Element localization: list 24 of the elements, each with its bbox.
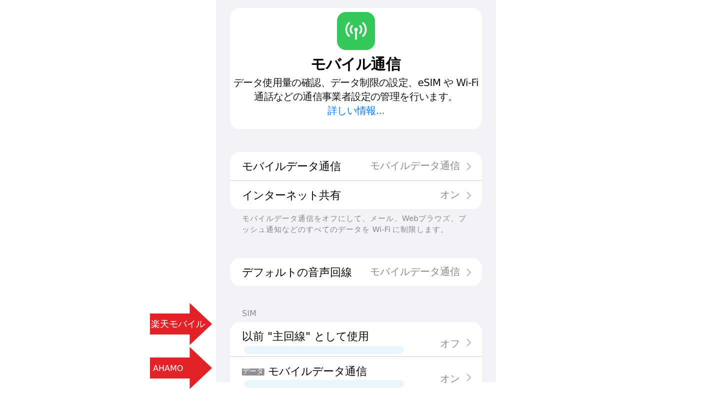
row-label: デフォルトの音声回線 bbox=[242, 264, 352, 280]
settings-row[interactable]: インターネット共有 オン bbox=[230, 180, 482, 209]
row-label: 以前 "主回線" として使用 bbox=[242, 329, 370, 344]
row-label: モバイルデータ通信 bbox=[268, 364, 367, 379]
row-value: オン bbox=[440, 373, 460, 386]
row-label: モバイルデータ通信 bbox=[242, 158, 341, 174]
row-label: インターネット共有 bbox=[242, 188, 341, 202]
more-info-link[interactable]: 詳しい情報... bbox=[327, 106, 385, 117]
settings-row[interactable]: 以前 "主回線" として使用 オフ bbox=[230, 322, 482, 356]
chevron-icon bbox=[466, 373, 472, 382]
chevron-icon bbox=[466, 190, 472, 200]
row-value: モバイルデータ通信 bbox=[370, 266, 460, 279]
settings-row[interactable]: モバイルデータ通信 モバイルデータ通信 bbox=[230, 152, 482, 180]
chevron-icon bbox=[466, 338, 472, 347]
row-value: モバイルデータ通信 bbox=[370, 160, 460, 173]
row-value: オフ bbox=[440, 338, 460, 351]
page-title: モバイル通信 bbox=[311, 55, 401, 74]
settings-row[interactable]: デフォルトの音声回線 モバイルデータ通信 bbox=[230, 258, 482, 286]
chevron-icon bbox=[466, 268, 472, 276]
row-value: オン bbox=[440, 189, 460, 202]
chevron-icon bbox=[466, 162, 472, 170]
antenna-icon bbox=[337, 12, 375, 50]
section-heading: SIM bbox=[241, 309, 258, 320]
description-text: データ使用量の確認、データ制限の設定、eSIM や Wi-Fi 通話などの通信事業者設定の管理を行います。 詳しい情報... bbox=[232, 77, 480, 119]
